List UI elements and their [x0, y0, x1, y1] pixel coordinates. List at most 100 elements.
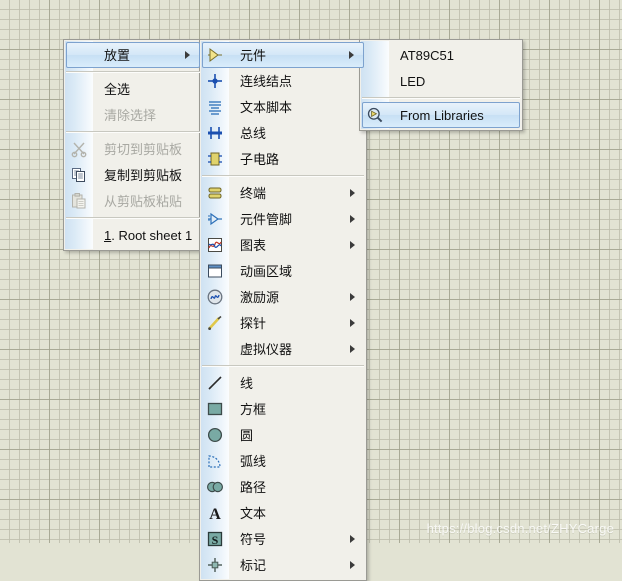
- placeholder-icon: [66, 224, 92, 246]
- svg-text:S: S: [212, 533, 219, 547]
- menu-item-label: 元件管脚: [240, 211, 293, 227]
- menu-item-label: 总线: [240, 125, 267, 141]
- place-item-item-3[interactable]: 总线: [202, 120, 364, 146]
- place-item-item-9[interactable]: 动画区域: [202, 258, 364, 284]
- watermark-text: https://blog.csdn.net/ZHYCarge: [426, 521, 614, 536]
- arc-icon: [202, 450, 228, 472]
- place-item-item-2[interactable]: 文本脚本: [202, 94, 364, 120]
- placeholder-icon: [362, 70, 388, 92]
- menu-item-label: 线: [240, 375, 254, 391]
- component-item-led[interactable]: LED: [362, 68, 520, 94]
- place-item-item-0[interactable]: 元件: [202, 42, 364, 68]
- menu-item-label: 激励源: [240, 289, 280, 305]
- place-item-item-7[interactable]: 元件管脚: [202, 206, 364, 232]
- menu-item-paste: 从剪贴板粘贴: [66, 188, 200, 214]
- graph-icon: [202, 234, 228, 256]
- marker-icon: [202, 554, 228, 576]
- chevron-right-icon: [344, 215, 364, 223]
- place-item-item-8[interactable]: 图表: [202, 232, 364, 258]
- component-item-at89c51[interactable]: AT89C51: [362, 42, 520, 68]
- menu-item-label-rest: . Root sheet 1: [111, 227, 193, 243]
- menu-item-label: 虚拟仪器: [240, 341, 293, 357]
- library-search-icon: [362, 104, 388, 126]
- menu-separator: [66, 71, 200, 73]
- menu-separator: [202, 365, 364, 367]
- subcircuit-icon: [202, 148, 228, 170]
- menu-item-select-all[interactable]: 全选: [66, 76, 200, 102]
- chevron-right-icon: [344, 345, 364, 353]
- chevron-right-icon: [344, 189, 364, 197]
- placeholder-icon: [66, 104, 92, 126]
- menu-item-copy[interactable]: 复制到剪贴板: [66, 162, 200, 188]
- instrument-icon: [202, 338, 228, 360]
- junction-icon: [202, 70, 228, 92]
- chevron-right-icon: [344, 293, 364, 301]
- place-item-item-12[interactable]: 虚拟仪器: [202, 336, 364, 362]
- chevron-right-icon: [179, 51, 199, 59]
- probe-icon: [202, 312, 228, 334]
- script-icon: [202, 96, 228, 118]
- place-submenu[interactable]: 元件连线结点文本脚本总线子电路终端元件管脚图表动画区域激励源探针虚拟仪器线方框圆…: [199, 39, 367, 581]
- place-item-item-1[interactable]: 连线结点: [202, 68, 364, 94]
- menu-item-label: 子电路: [240, 151, 280, 167]
- tape-icon: [202, 260, 228, 282]
- svg-text:A: A: [209, 506, 221, 522]
- circle-icon: [202, 424, 228, 446]
- menu-item-label: 文本脚本: [240, 99, 293, 115]
- menu-item-label: 清除选择: [104, 107, 157, 123]
- path-icon: [202, 476, 228, 498]
- menu-item-label: 探针: [240, 315, 267, 331]
- menu-item-label: 符号: [240, 531, 267, 547]
- menu-item-label: 标记: [240, 557, 267, 573]
- menu-item-label: From Libraries: [400, 107, 484, 123]
- menu-item-label: 1. Root sheet 1: [104, 227, 193, 243]
- place-item-item-11[interactable]: 探针: [202, 310, 364, 336]
- bus-icon: [202, 122, 228, 144]
- menu-separator: [362, 97, 520, 99]
- menu-item-label: 元件: [240, 47, 267, 63]
- scissors-icon: [66, 138, 92, 160]
- generator-icon: [202, 286, 228, 308]
- chevron-right-icon: [344, 535, 364, 543]
- place-item-item-21[interactable]: 标记: [202, 552, 364, 578]
- menu-item-label: 图表: [240, 237, 267, 253]
- menu-item-label: 弧线: [240, 453, 267, 469]
- menu-item-place[interactable]: 放置: [66, 42, 200, 68]
- place-item-item-10[interactable]: 激励源: [202, 284, 364, 310]
- text-icon: A: [202, 502, 228, 524]
- placeholder-icon: [66, 78, 92, 100]
- copy-icon: [66, 164, 92, 186]
- menu-separator: [66, 217, 200, 219]
- menu-item-label: 剪切到剪贴板: [104, 141, 183, 157]
- place-item-item-20[interactable]: S 符号: [202, 526, 364, 552]
- component-icon: [202, 44, 228, 66]
- placeholder-icon: [362, 44, 388, 66]
- component-submenu[interactable]: AT89C51 LED From Libraries: [359, 39, 523, 131]
- place-item-item-6[interactable]: 终端: [202, 180, 364, 206]
- menu-separator: [66, 131, 200, 133]
- place-item-item-17[interactable]: 弧线: [202, 448, 364, 474]
- chevron-right-icon: [344, 561, 364, 569]
- placeholder-icon: [66, 44, 92, 66]
- menu-item-root-sheet-1[interactable]: 1. Root sheet 1: [66, 222, 200, 248]
- place-item-item-16[interactable]: 圆: [202, 422, 364, 448]
- menu-item-label: 全选: [104, 81, 131, 97]
- menu-item-label: 放置: [104, 47, 131, 63]
- chevron-right-icon: [344, 319, 364, 327]
- place-item-item-15[interactable]: 方框: [202, 396, 364, 422]
- menu-item-label: 方框: [240, 401, 267, 417]
- menu-item-clear-selection: 清除选择: [66, 102, 200, 128]
- menu-item-label: LED: [400, 73, 426, 89]
- menu-item-label: 从剪贴板粘贴: [104, 193, 183, 209]
- menu-item-label: 复制到剪贴板: [104, 167, 183, 183]
- place-item-item-14[interactable]: 线: [202, 370, 364, 396]
- context-menu[interactable]: 放置 全选 清除选择 剪切到剪贴板 复制到剪贴板 从剪贴板粘贴 1. Root …: [63, 39, 203, 251]
- box-icon: [202, 398, 228, 420]
- place-item-item-19[interactable]: A 文本: [202, 500, 364, 526]
- paste-icon: [66, 190, 92, 212]
- component-item-from-libraries[interactable]: From Libraries: [362, 102, 520, 128]
- place-item-item-4[interactable]: 子电路: [202, 146, 364, 172]
- menu-item-cut: 剪切到剪贴板: [66, 136, 200, 162]
- symbol-icon: S: [202, 528, 228, 550]
- place-item-item-18[interactable]: 路径: [202, 474, 364, 500]
